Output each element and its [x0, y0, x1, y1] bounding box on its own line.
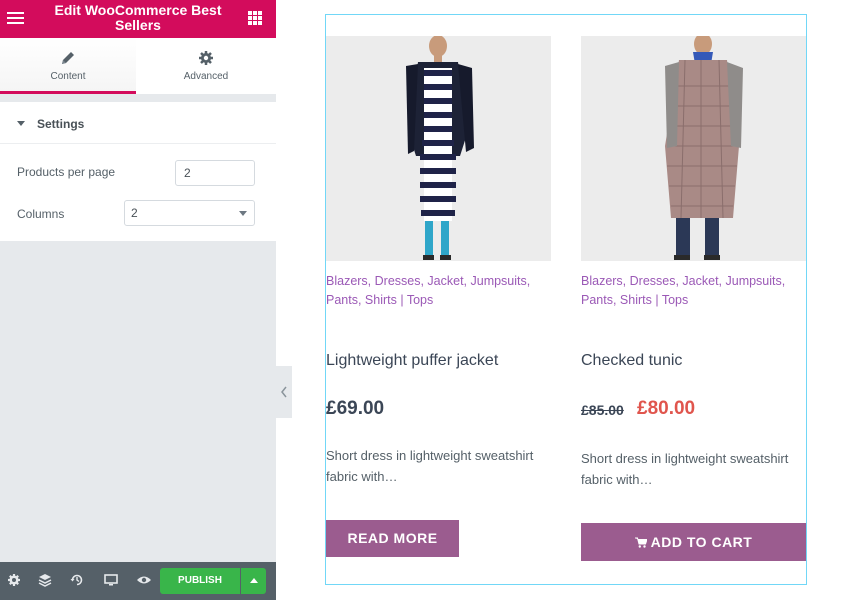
panel-footer: PUBLISH — [0, 562, 276, 600]
pencil-icon — [62, 52, 74, 64]
product-categories-link[interactable]: Blazers, Dresses, Jacket, Jumpsuits, Pan… — [326, 272, 551, 310]
settings-gear-icon[interactable] — [6, 572, 22, 588]
publish-options-button[interactable] — [241, 568, 266, 594]
navigator-layers-icon[interactable] — [37, 572, 53, 588]
responsive-desktop-icon[interactable] — [103, 572, 119, 588]
product-card — [326, 36, 551, 261]
product-image[interactable] — [326, 36, 551, 261]
product-sale-price: £80.00 — [637, 398, 696, 419]
editor-panel: Edit WooCommerce Best Sellers Content Ad… — [0, 0, 276, 600]
hamburger-menu-icon[interactable] — [7, 9, 27, 29]
best-sellers-widget: Blazers, Dresses, Jacket, Jumpsuits, Pan… — [325, 14, 807, 585]
columns-select-value: 2 — [131, 206, 138, 220]
panel-title: Edit WooCommerce Best Sellers — [54, 2, 222, 33]
read-more-button[interactable]: READ MORE — [326, 520, 459, 557]
product-price: £69.00 — [326, 398, 385, 419]
columns-select[interactable]: 2 — [124, 200, 255, 226]
publish-button[interactable]: PUBLISH — [160, 568, 240, 594]
tab-advanced-label: Advanced — [183, 71, 229, 82]
product-title[interactable]: Checked tunic — [581, 352, 682, 370]
caret-down-icon — [17, 121, 25, 126]
panel-header: Edit WooCommerce Best Sellers — [0, 0, 276, 38]
tab-advanced[interactable]: Advanced — [136, 38, 276, 94]
products-per-page-input[interactable]: 2 — [175, 160, 255, 186]
product-card — [581, 36, 806, 261]
product-title[interactable]: Lightweight puffer jacket — [326, 352, 498, 370]
panel-tabs: Content Advanced — [0, 38, 276, 94]
gear-icon — [199, 51, 213, 65]
chevron-left-icon — [281, 386, 287, 398]
chevron-down-icon — [239, 211, 247, 216]
tab-content[interactable]: Content — [0, 38, 136, 94]
settings-section-title: Settings — [37, 117, 85, 131]
columns-label: Columns — [17, 207, 65, 221]
cart-icon — [634, 537, 648, 548]
preview-eye-icon[interactable] — [136, 572, 152, 588]
tab-content-label: Content — [50, 71, 86, 82]
history-icon[interactable] — [69, 572, 85, 588]
product-categories-link[interactable]: Blazers, Dresses, Jacket, Jumpsuits, Pan… — [581, 272, 806, 310]
add-to-cart-label: ADD TO CART — [650, 534, 753, 550]
product-photo-puffer-jacket — [326, 36, 551, 261]
product-photo-checked-tunic — [581, 36, 806, 261]
settings-section-toggle[interactable]: Settings — [0, 102, 276, 144]
product-image[interactable] — [581, 36, 806, 261]
settings-section: Settings Products per page 2 Columns 2 — [0, 102, 276, 241]
widgets-grid-icon[interactable] — [248, 11, 262, 25]
add-to-cart-button[interactable]: ADD TO CART — [581, 523, 806, 561]
product-regular-price: £85.00 — [581, 402, 624, 418]
product-description: Short dress in lightweight sweatshirt fa… — [581, 451, 789, 487]
caret-up-icon — [250, 578, 258, 583]
product-description: Short dress in lightweight sweatshirt fa… — [326, 448, 534, 484]
collapse-panel-handle[interactable] — [276, 366, 292, 418]
products-per-page-label: Products per page — [17, 165, 116, 179]
